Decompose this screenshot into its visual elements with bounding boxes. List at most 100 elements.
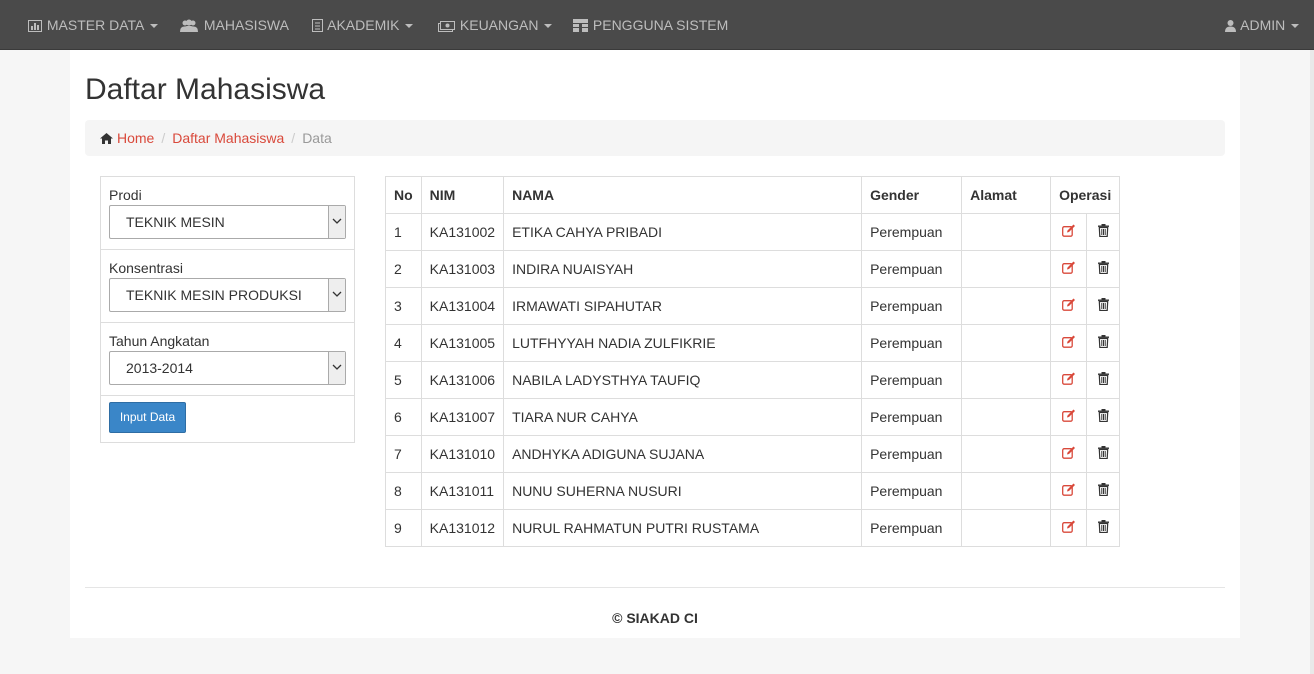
user-icon: [1225, 20, 1236, 32]
tahun-select[interactable]: 2013-2014: [109, 351, 346, 385]
edit-icon[interactable]: [1061, 409, 1076, 422]
table-row: 1 KA131002 ETIKA CAHYA PRIBADI Perempuan: [385, 213, 1121, 251]
nav-pengguna-label: PENGGUNA SISTEM: [592, 17, 729, 33]
konsentrasi-selected-value: TEKNIK MESIN PRODUKSI: [126, 287, 302, 303]
trash-icon[interactable]: [1097, 446, 1109, 460]
cell-nama: TIARA NUR CAHYA: [503, 398, 863, 436]
header-operasi: Operasi: [1050, 176, 1121, 214]
trash-icon[interactable]: [1097, 409, 1109, 423]
delete-cell: [1086, 361, 1121, 399]
cell-nim: KA131005: [420, 324, 505, 362]
cell-alamat: [961, 435, 1052, 473]
breadcrumb-home-link[interactable]: Home: [117, 130, 154, 146]
nav-pengguna-sistem[interactable]: PENGGUNA SISTEM: [573, 0, 728, 50]
edit-icon[interactable]: [1061, 298, 1076, 311]
delete-cell: [1086, 324, 1121, 362]
nav-keuangan[interactable]: KEUANGAN: [438, 0, 553, 50]
input-data-button[interactable]: Input Data: [109, 402, 186, 433]
cell-alamat: [961, 361, 1052, 399]
konsentrasi-group: Konsentrasi TEKNIK MESIN PRODUKSI: [101, 250, 354, 323]
table-row: 3 KA131004 IRMAWATI SIPAHUTAR Perempuan: [385, 287, 1121, 325]
edit-cell: [1050, 324, 1088, 362]
table-header-row: No NIM NAMA Gender Alamat Operasi: [385, 176, 1121, 214]
cell-nama: IRMAWATI SIPAHUTAR: [503, 287, 863, 325]
cell-no: 4: [385, 324, 422, 362]
chevron-down-icon[interactable]: [328, 279, 345, 311]
nav-akademik[interactable]: AKADEMIK: [312, 0, 414, 50]
cell-nim: KA131003: [420, 250, 505, 288]
cell-gender: Perempuan: [861, 250, 963, 288]
edit-icon[interactable]: [1061, 224, 1076, 237]
delete-cell: [1086, 398, 1121, 436]
nav-master-data[interactable]: MASTER DATA: [28, 0, 159, 50]
trash-icon[interactable]: [1097, 483, 1109, 497]
page-title: Daftar Mahasiswa: [85, 73, 326, 106]
cell-no: 3: [385, 287, 422, 325]
chevron-down-icon[interactable]: [328, 352, 345, 384]
edit-cell: [1050, 472, 1088, 510]
cell-alamat: [961, 287, 1052, 325]
cell-no: 2: [385, 250, 422, 288]
chevron-down-icon[interactable]: [328, 206, 345, 238]
prodi-select[interactable]: TEKNIK MESIN: [109, 205, 346, 239]
bar-chart-icon: [28, 20, 42, 32]
caret-down-icon: [1291, 24, 1300, 28]
nav-admin-menu[interactable]: ADMIN: [1225, 0, 1300, 50]
trash-icon[interactable]: [1097, 261, 1109, 275]
cell-gender: Perempuan: [861, 435, 963, 473]
cell-nim: KA131002: [420, 213, 505, 251]
cell-gender: Perempuan: [861, 361, 963, 399]
tahun-label: Tahun Angkatan: [109, 333, 210, 349]
filter-panel: Prodi TEKNIK MESIN Konsentrasi TEKNIK ME…: [100, 176, 355, 443]
edit-icon[interactable]: [1061, 372, 1076, 385]
cell-no: 9: [385, 509, 422, 547]
edit-cell: [1050, 361, 1088, 399]
edit-icon[interactable]: [1061, 446, 1076, 459]
nav-mahasiswa-label: MAHASISWA: [203, 17, 289, 33]
footer-divider: [85, 587, 1225, 588]
edit-icon[interactable]: [1061, 483, 1076, 496]
cell-gender: Perempuan: [861, 398, 963, 436]
tahun-selected-value: 2013-2014: [126, 360, 193, 376]
nav-akademik-label: AKADEMIK: [327, 17, 400, 33]
konsentrasi-select[interactable]: TEKNIK MESIN PRODUKSI: [109, 278, 346, 312]
cell-alamat: [961, 472, 1052, 510]
header-no: No: [385, 176, 422, 214]
cell-alamat: [961, 324, 1052, 362]
trash-icon[interactable]: [1097, 224, 1109, 238]
edit-icon[interactable]: [1061, 520, 1076, 533]
cell-no: 5: [385, 361, 422, 399]
cell-nama: ETIKA CAHYA PRIBADI: [503, 213, 863, 251]
top-navbar: MASTER DATA MAHASISWA AKADEMIK KEUANGAN …: [0, 0, 1314, 50]
breadcrumb-list-link[interactable]: Daftar Mahasiswa: [172, 130, 284, 146]
cell-nim: KA131011: [420, 472, 505, 510]
edit-icon[interactable]: [1061, 335, 1076, 348]
table-row: 6 KA131007 TIARA NUR CAHYA Perempuan: [385, 398, 1121, 436]
scrollbar-track[interactable]: [1310, 50, 1314, 674]
nav-keuangan-label: KEUANGAN: [459, 17, 539, 33]
delete-cell: [1086, 509, 1121, 547]
breadcrumb: Home / Daftar Mahasiswa / Data: [85, 120, 1225, 156]
home-icon: [100, 133, 113, 144]
trash-icon[interactable]: [1097, 372, 1109, 386]
cell-gender: Perempuan: [861, 213, 963, 251]
breadcrumb-separator: /: [161, 130, 166, 146]
cell-nim: KA131004: [420, 287, 505, 325]
cell-alamat: [961, 250, 1052, 288]
edit-icon[interactable]: [1061, 261, 1076, 274]
table-row: 4 KA131005 LUTFHYYAH NADIA ZULFIKRIE Peremp…: [385, 324, 1121, 362]
cell-nim: KA131010: [420, 435, 505, 473]
header-alamat: Alamat: [961, 176, 1052, 214]
table-row: 2 KA131003 INDIRA NUAISYAH Perempuan: [385, 250, 1121, 288]
nav-mahasiswa[interactable]: MAHASISWA: [179, 0, 289, 50]
trash-icon[interactable]: [1097, 520, 1109, 534]
mahasiswa-table: No NIM NAMA Gender Alamat Operasi 1 KA131…: [385, 176, 1121, 547]
header-gender: Gender: [861, 176, 963, 214]
edit-cell: [1050, 250, 1088, 288]
edit-cell: [1050, 435, 1088, 473]
trash-icon[interactable]: [1097, 298, 1109, 312]
trash-icon[interactable]: [1097, 335, 1109, 349]
table-row: 5 KA131006 NABILA LADYSTHYA TAUFIQ Perempua…: [385, 361, 1121, 399]
cell-no: 1: [385, 213, 422, 251]
breadcrumb-current: Data: [302, 130, 332, 146]
